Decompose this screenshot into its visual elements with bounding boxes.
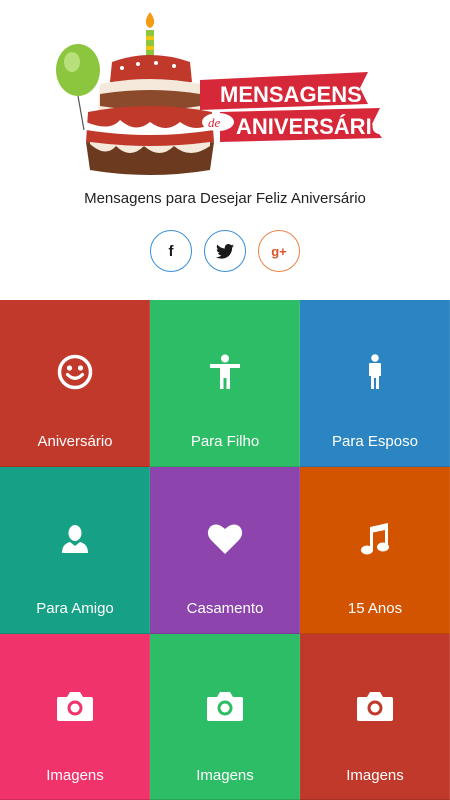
app-logo: MENSAGENS de ANIVERSÁRIO: [50, 10, 390, 185]
logo-text-de: de: [208, 115, 221, 130]
heart-icon: [150, 519, 299, 559]
tile-label: Para Amigo: [36, 600, 114, 617]
twitter-button[interactable]: [204, 230, 246, 272]
tile-para-filho[interactable]: Para Filho: [150, 300, 300, 467]
person-arms-open-icon: [150, 352, 299, 392]
birthday-cake-logo: MENSAGENS de ANIVERSÁRIO: [56, 12, 389, 175]
tile-label: Imagens: [346, 767, 404, 784]
camera-icon: [150, 686, 299, 726]
tile-label: Casamento: [186, 600, 264, 617]
app-header: MENSAGENS de ANIVERSÁRIO Mensagens para …: [0, 0, 450, 300]
camera-icon: [300, 686, 449, 726]
facebook-button[interactable]: f: [150, 230, 192, 272]
tile-imagens-1[interactable]: Imagens: [0, 634, 150, 800]
smiley-icon: [0, 352, 149, 392]
camera-icon: [0, 686, 149, 726]
tile-para-esposo[interactable]: Para Esposo: [300, 300, 450, 467]
facebook-icon: f: [168, 242, 174, 260]
tile-label: Imagens: [196, 767, 254, 784]
user-icon: [0, 519, 149, 559]
category-grid: Aniversário Para Filho Para Esposo Para …: [0, 300, 450, 800]
google-plus-button[interactable]: g+: [258, 230, 300, 272]
social-buttons: f g+: [0, 230, 450, 272]
tile-label: Para Esposo: [332, 433, 418, 450]
tile-imagens-3[interactable]: Imagens: [300, 634, 450, 800]
tile-label: Aniversário: [37, 433, 113, 450]
tile-aniversario[interactable]: Aniversário: [0, 300, 150, 467]
tile-imagens-2[interactable]: Imagens: [150, 634, 300, 800]
logo-text-mensagens: MENSAGENS: [220, 82, 362, 107]
google-plus-icon: g+: [271, 243, 287, 259]
tile-15-anos[interactable]: 15 Anos: [300, 467, 450, 634]
tile-label: Para Filho: [190, 433, 260, 450]
music-note-icon: [300, 519, 449, 559]
app-subtitle: Mensagens para Desejar Feliz Aniversário: [84, 190, 366, 207]
man-icon: [300, 352, 449, 392]
tile-casamento[interactable]: Casamento: [150, 467, 300, 634]
tile-label: Imagens: [46, 767, 104, 784]
tile-label: 15 Anos: [347, 600, 403, 617]
tile-para-amigo[interactable]: Para Amigo: [0, 467, 150, 634]
logo-text-aniversario: ANIVERSÁRIO: [236, 114, 389, 139]
twitter-icon: [216, 243, 234, 259]
